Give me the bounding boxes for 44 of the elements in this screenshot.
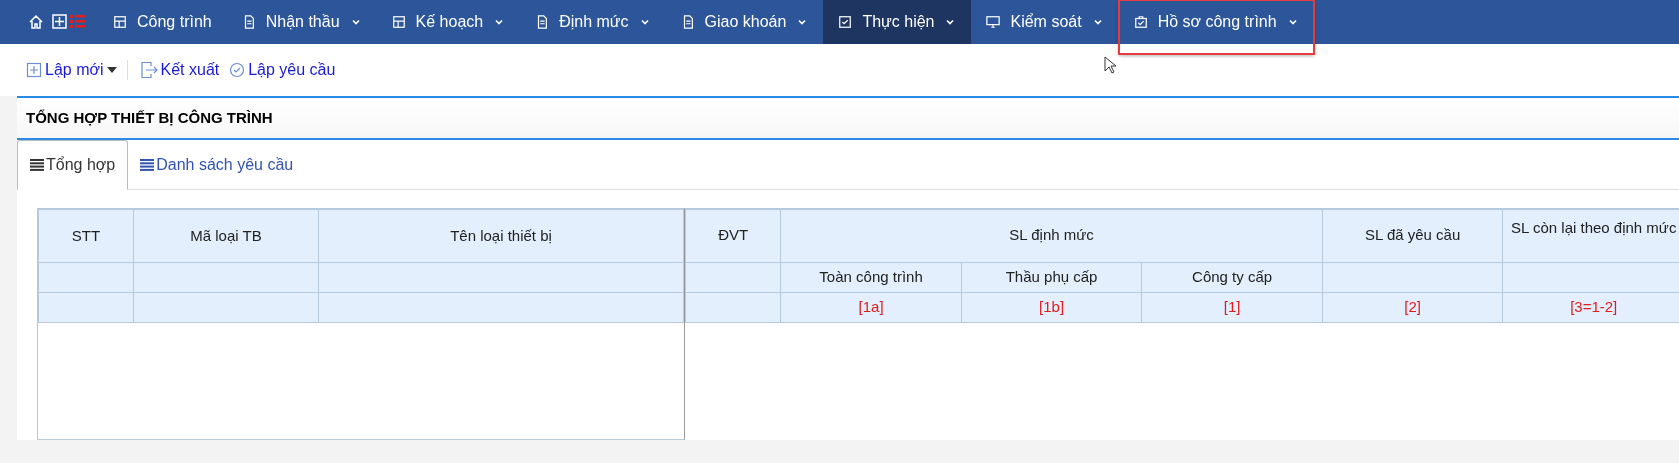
monitor-icon <box>986 15 1001 29</box>
menu-tab[interactable]: Định mức <box>520 0 666 44</box>
tab[interactable]: Tổng hợp <box>17 140 129 190</box>
toolbar-button[interactable]: Kết xuất <box>139 58 220 82</box>
menu-tab[interactable]: Nhận thầu <box>226 0 377 44</box>
column-header: Thầu phụ cấp <box>961 262 1142 293</box>
plus-square-icon <box>26 62 42 78</box>
menu-tab[interactable]: Hồ sơ công trình <box>1118 0 1314 54</box>
list-icon <box>30 159 44 171</box>
tab[interactable]: Danh sách yêu cầu <box>128 140 306 189</box>
home-icon[interactable] <box>28 14 44 30</box>
toolbar-button[interactable]: Lập mới <box>26 58 117 82</box>
column-header: Mã loại TB <box>133 209 319 263</box>
column-header: ĐVT <box>685 209 781 263</box>
formula-code: [1a] <box>780 292 962 323</box>
list-icon <box>140 158 155 171</box>
menu-tab[interactable]: Kiểm soát <box>971 0 1119 44</box>
menu-tab[interactable]: Kế hoạch <box>376 0 521 44</box>
section-title: TỔNG HỢP THIẾT BỊ CÔNG TRÌNH <box>26 107 273 128</box>
layout-icon <box>391 15 406 29</box>
column-header: SL định mức <box>780 209 1323 263</box>
formula-code: [3=1-2] <box>1502 292 1679 323</box>
layout-icon <box>113 15 127 29</box>
column-header: Tên loại thiết bị <box>318 209 684 263</box>
column-header: Công ty cấp <box>1141 262 1323 293</box>
checkbox-icon <box>838 15 853 29</box>
toolbar-button[interactable]: Lập yêu cầu <box>229 58 336 82</box>
formula-code: [1] <box>1141 292 1323 323</box>
briefcase-icon <box>1133 15 1148 29</box>
menu-tab[interactable]: Thực hiện <box>823 0 972 44</box>
column-header: SL còn lại theo định mức <box>1502 209 1679 263</box>
grid-list-icon[interactable] <box>52 14 86 30</box>
column-header: STT <box>38 209 134 263</box>
column-header: SL đã yêu cầu <box>1322 209 1503 263</box>
menu-tab[interactable]: Công trình <box>98 0 227 44</box>
formula-code: [1b] <box>961 292 1142 323</box>
menu-tab[interactable]: Giao khoán <box>665 0 824 44</box>
check-circle-icon <box>229 62 246 78</box>
caret-down-icon <box>106 67 117 73</box>
export-icon <box>139 61 158 79</box>
column-header: Toàn công trình <box>780 262 962 293</box>
mouse-cursor-icon <box>1104 56 1116 74</box>
formula-code: [2] <box>1322 292 1503 323</box>
document-icon <box>535 15 550 29</box>
